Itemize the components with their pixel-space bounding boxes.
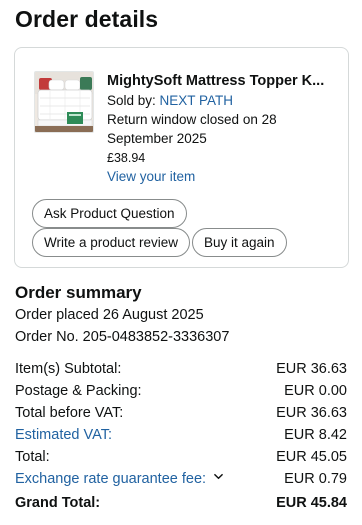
summary-value: EUR 0.00 [284,383,347,399]
summary-value: EUR 36.63 [276,361,347,377]
estimated-vat-link[interactable]: Estimated VAT: [15,427,112,443]
product-image[interactable] [34,71,94,133]
mattress-topper-product-image [35,72,93,132]
seller-link[interactable]: NEXT PATH [160,93,234,108]
summary-value: EUR 45.05 [276,449,347,465]
order-number: Order No. 205-0483852-3336307 [15,329,230,345]
grand-total-value: EUR 45.84 [276,495,347,511]
write-review-button[interactable]: Write a product review [32,228,191,257]
return-window-line-2: September 2025 [107,131,207,146]
summary-value: EUR 36.63 [276,405,347,421]
summary-label: Total before VAT: [15,405,124,421]
sold-by: Sold by: NEXT PATH [107,91,339,110]
summary-row-estimated-vat: Estimated VAT: EUR 8.42 [15,424,347,446]
buy-again-button[interactable]: Buy it again [192,228,287,257]
summary-row-postage: Postage & Packing: EUR 0.00 [15,380,347,402]
summary-row-grand-total: Grand Total: EUR 45.84 [15,491,347,515]
order-summary-title: Order summary [15,283,142,302]
item-title[interactable]: MightySoft Mattress Topper K... [107,71,339,91]
summary-label: Total: [15,449,50,465]
summary-value: EUR 0.79 [284,471,347,487]
item-info: MightySoft Mattress Topper K... Sold by:… [107,71,339,186]
order-placed-date: Order placed 26 August 2025 [15,307,204,323]
summary-row-total: Total: EUR 45.05 [15,446,347,468]
order-item-card: MightySoft Mattress Topper K... Sold by:… [14,47,349,268]
return-window-line-1: Return window closed on 28 [107,112,277,127]
chevron-down-icon[interactable] [214,472,223,481]
summary-row-subtotal: Item(s) Subtotal: EUR 36.63 [15,358,347,380]
grand-total-label: Grand Total: [15,495,101,511]
item-price: £38.94 [107,151,146,165]
ask-product-question-button[interactable]: Ask Product Question [32,199,187,228]
exchange-fee-toggle[interactable]: Exchange rate guarantee fee: [15,471,223,487]
summary-row-exchange-fee: Exchange rate guarantee fee: EUR 0.79 [15,468,347,490]
summary-label: Postage & Packing: [15,383,142,399]
summary-value: EUR 8.42 [284,427,347,443]
sold-by-prefix: Sold by: [107,93,160,108]
order-summary-table: Item(s) Subtotal: EUR 36.63 Postage & Pa… [15,358,347,515]
summary-row-total-before-vat: Total before VAT: EUR 36.63 [15,402,347,424]
view-item-link[interactable]: View your item [107,167,339,186]
summary-label: Item(s) Subtotal: [15,361,122,377]
page-title: Order details [15,6,159,32]
exchange-fee-link[interactable]: Exchange rate guarantee fee: [15,471,206,487]
